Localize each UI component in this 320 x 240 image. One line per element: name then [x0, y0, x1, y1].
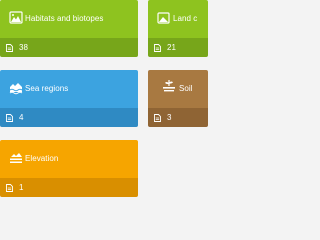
tile-soil[interactable]: Soil 3 [148, 70, 208, 127]
tile-header: Soil [148, 70, 208, 108]
tile-header: Sea regions [0, 70, 138, 108]
tile-elevation[interactable]: Elevation 1 [0, 140, 138, 197]
tile-title: Land c [173, 14, 198, 23]
dataset-count: 38 [19, 43, 28, 52]
tile-sea-regions[interactable]: Sea regions 4 [0, 70, 138, 127]
tile-land-cover[interactable]: Land c 21 [148, 0, 208, 57]
dataset-count: 21 [167, 43, 176, 52]
habitat-icon [9, 11, 23, 24]
land-cover-icon [157, 12, 170, 24]
tile-footer: 4 [0, 108, 138, 127]
document-icon [6, 113, 13, 122]
tile-footer: 21 [148, 38, 208, 57]
dataset-count: 3 [167, 113, 172, 122]
tile-habitats-and-biotopes[interactable]: Habitats and biotopes 38 [0, 0, 138, 57]
document-icon [6, 183, 13, 192]
tile-header: Habitats and biotopes [0, 0, 138, 38]
tile-footer: 3 [148, 108, 208, 127]
dataset-count: 1 [19, 183, 24, 192]
tile-footer: 38 [0, 38, 138, 57]
tile-header: Land c [148, 0, 208, 38]
tile-title: Soil [179, 84, 193, 93]
document-icon [154, 43, 161, 52]
document-icon [6, 43, 13, 52]
tile-footer: 1 [0, 178, 138, 197]
tile-title: Elevation [25, 154, 59, 163]
category-grid: Habitats and biotopes 38 Land c 21 Sea r… [0, 0, 208, 200]
elevation-icon [10, 153, 22, 163]
tile-title: Habitats and biotopes [25, 14, 104, 23]
soil-icon [163, 80, 175, 92]
sea-icon [9, 83, 23, 95]
tile-title: Sea regions [25, 84, 69, 93]
dataset-count: 4 [19, 113, 24, 122]
document-icon [154, 113, 161, 122]
tile-header: Elevation [0, 140, 138, 178]
